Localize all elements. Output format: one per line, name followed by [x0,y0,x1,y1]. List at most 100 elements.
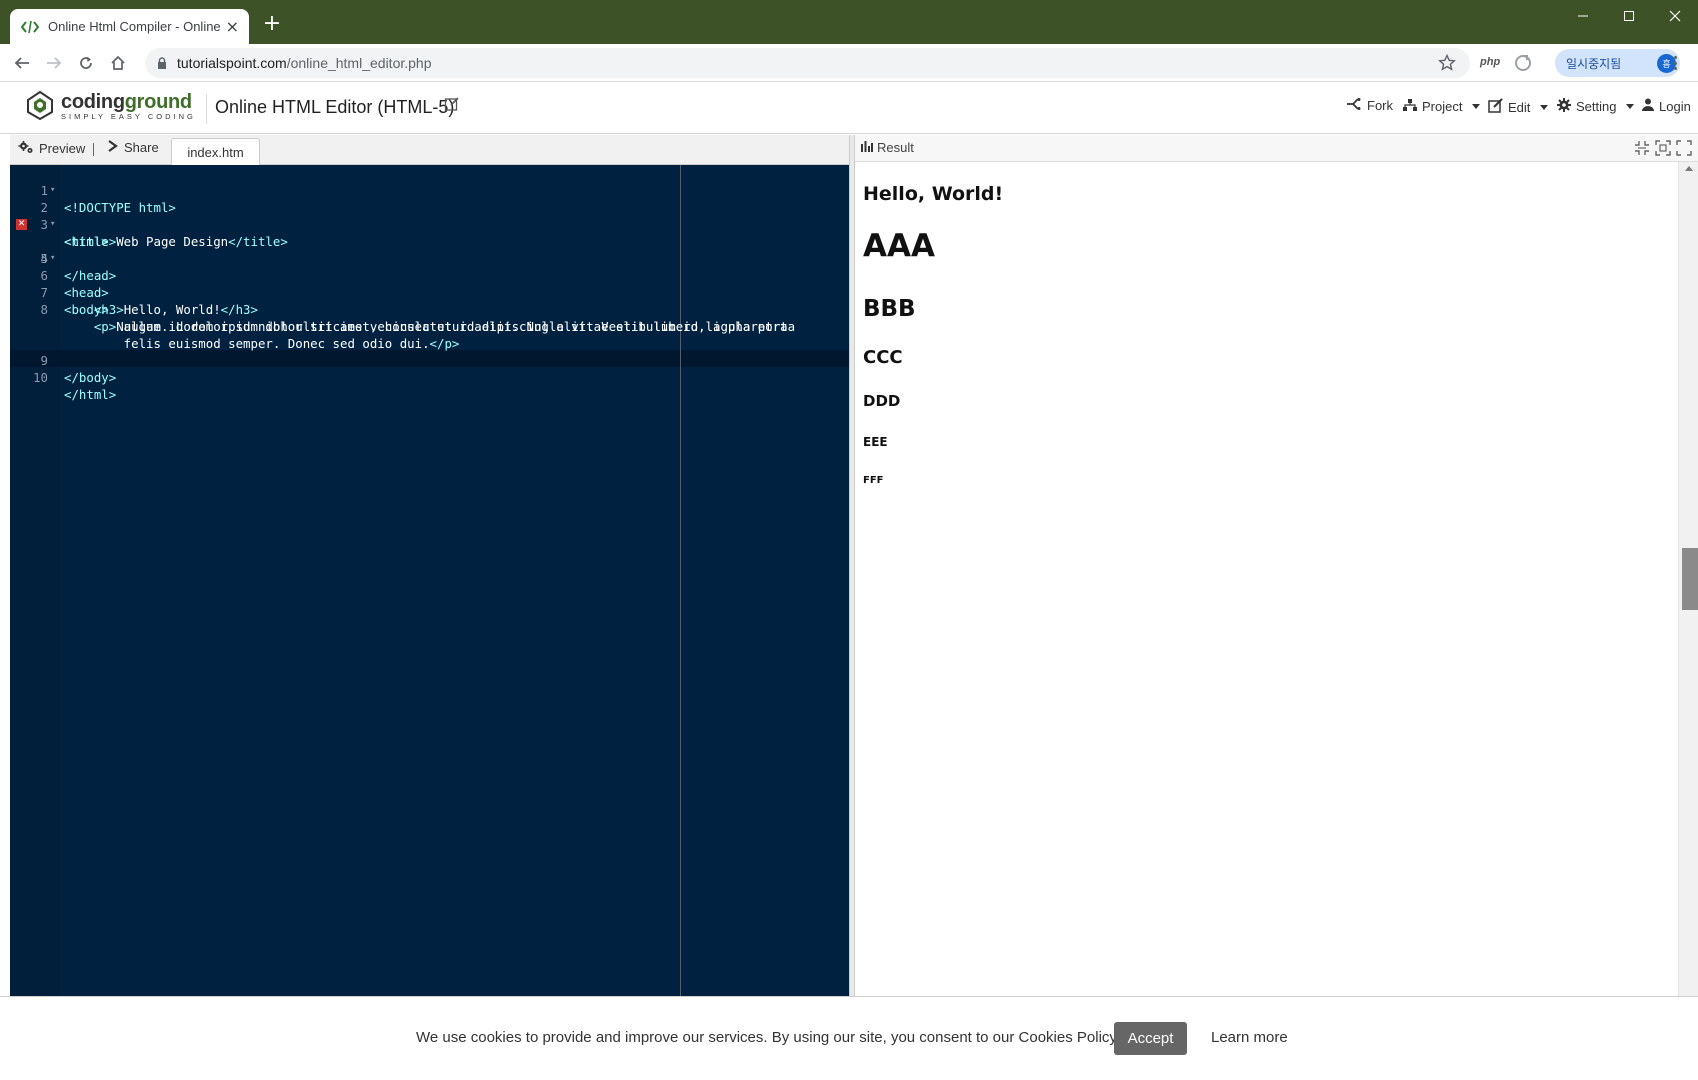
fork-button[interactable]: Fork [1346,98,1393,113]
result-heading: EEE [863,435,888,449]
edit-menu[interactable]: Edit [1488,98,1549,116]
restore-icon[interactable] [1655,140,1671,156]
home-icon[interactable] [104,49,132,77]
fold-arrow-icon[interactable]: ▾ [50,250,55,267]
accept-button[interactable]: Accept [1114,1022,1187,1055]
logo-name-part1: coding [61,91,125,113]
result-heading: BBB [863,296,916,322]
scroll-up-icon[interactable] [1685,166,1693,171]
browser-menu-icon[interactable] [1668,53,1682,73]
minimize-icon[interactable] [1560,0,1606,32]
result-preview: Hello, World! AAA BBB CCC DDD EEE FFF [855,162,1678,996]
fork-label: Fork [1367,98,1393,113]
gear-icon [1557,98,1571,115]
result-label: Result [877,140,914,155]
project-label: Project [1422,99,1463,114]
preview-label: Preview [39,141,86,156]
learn-more-link[interactable]: Learn more [1211,1029,1288,1046]
code-line[interactable]: 10 </html> [10,352,849,402]
profile-status: 일시중지됨 [1566,56,1622,71]
logo-name-part2: ground [124,91,192,113]
logo-tagline: SIMPLY EASY CODING [61,112,196,121]
login-label: Login [1659,98,1691,114]
edit-label: Edit [1508,99,1531,115]
share-label: Share [124,140,159,155]
browser-tab[interactable]: Online Html Compiler - Online H × [10,9,249,44]
page-title: Online HTML Editor (HTML-5) [215,97,455,117]
code-line[interactable]: 6 ▾ <body> [10,250,849,317]
code-line[interactable]: 9 </body> [10,335,849,385]
code-text: </body> [64,370,117,385]
result-heading: FFF [863,475,884,486]
setting-label: Setting [1576,99,1617,114]
maximize-icon[interactable] [1606,0,1652,32]
result-header: Result [861,140,914,155]
site-header: codingground SIMPLY EASY CODING Online H… [0,82,1698,134]
share-chevron-icon [107,140,119,155]
url-domain: tutorialspoint.com [177,55,287,71]
extension-refresh-icon[interactable] [1514,54,1532,76]
user-icon [1642,98,1654,114]
lock-icon [157,54,167,73]
share-button[interactable]: Share [107,140,159,155]
gears-icon [18,140,34,157]
cookie-consent-bar: We use cookies to provide and improve ou… [0,996,1698,1080]
fold-arrow-icon[interactable]: ▾ [50,216,55,233]
code-line[interactable]: 2 ▾ <html> [10,182,849,249]
url-bar[interactable]: tutorialspoint.com/online_html_editor.ph… [145,48,1470,78]
bar-chart-icon [861,140,873,155]
browser-titlebar: Online Html Compiler - Online H × + [0,0,1698,44]
code-line[interactable]: 7 <h3>Hello, World!</h3> [10,267,849,317]
sitemap-icon [1403,98,1417,115]
code-line[interactable]: ✕ 4 ▾ <head> [10,216,849,300]
logo-icon [25,90,55,124]
login-button[interactable]: Login [1642,98,1691,114]
chevron-down-icon [1540,104,1549,110]
php-extension-icon[interactable]: php [1480,56,1500,68]
edit-icon [1488,98,1503,116]
forward-icon[interactable] [40,49,68,77]
code-line[interactable]: augue. Lorem ipsum dolor sit amet, conse… [10,301,849,334]
file-tab-index[interactable]: index.htm [171,138,260,165]
code-line[interactable]: 8 <p>Nullam id dolor id nibh ultricies v… [10,284,849,334]
result-heading: Hello, World! [863,183,1004,205]
code-line[interactable]: 5 </head> [10,233,849,283]
cookie-message: We use cookies to provide and improve ou… [416,1029,1120,1046]
code-line[interactable]: felis euismod semper. Donec sed odio dui… [10,318,849,351]
tab-title: Online Html Compiler - Online H [48,19,223,34]
code-line[interactable]: 3 <title>Web Page Design</title> [10,199,849,249]
code-text: </html> [64,387,117,402]
project-menu[interactable]: Project [1403,98,1481,115]
edit-title-icon[interactable] [444,96,460,116]
error-marker-icon[interactable]: ✕ [16,219,27,230]
code-line[interactable]: 1 <!DOCTYPE html> [10,165,849,215]
code-editor[interactable]: 1 <!DOCTYPE html> 2 ▾ <html> 3 <title>We… [10,165,849,996]
fullscreen-icon[interactable] [1676,140,1692,156]
bookmark-star-icon[interactable] [1438,53,1456,76]
new-tab-icon[interactable]: + [262,13,282,35]
line-number: 10 [33,370,48,385]
tab-close-icon[interactable]: × [226,18,239,35]
result-toolbar: Result [855,135,1698,162]
chevron-down-icon [1626,104,1635,109]
setting-menu[interactable]: Setting [1557,98,1635,115]
window-close-icon[interactable] [1652,0,1698,32]
reload-icon[interactable] [72,49,100,77]
result-heading: DDD [863,392,901,410]
result-heading: CCC [863,347,903,368]
code-favicon-icon [20,17,40,37]
scrollbar-thumb[interactable] [1682,548,1698,610]
browser-toolbar: tutorialspoint.com/online_html_editor.ph… [0,44,1698,82]
back-icon[interactable] [8,49,36,77]
fold-arrow-icon[interactable]: ▾ [50,182,55,199]
profile-paused-button[interactable]: 일시중지됨 흥 [1555,49,1680,77]
url-path: /online_html_editor.php [286,55,432,71]
chevron-down-icon [1472,104,1481,109]
fork-icon [1346,98,1362,113]
editor-toolbar: Preview Share index.htm [10,135,849,165]
result-scrollbar[interactable] [1678,162,1698,996]
coding-ground-logo[interactable]: codingground SIMPLY EASY CODING [25,88,196,126]
preview-button[interactable]: Preview [18,140,85,157]
collapse-icon[interactable] [1634,140,1650,156]
toolbar-divider [93,143,94,156]
